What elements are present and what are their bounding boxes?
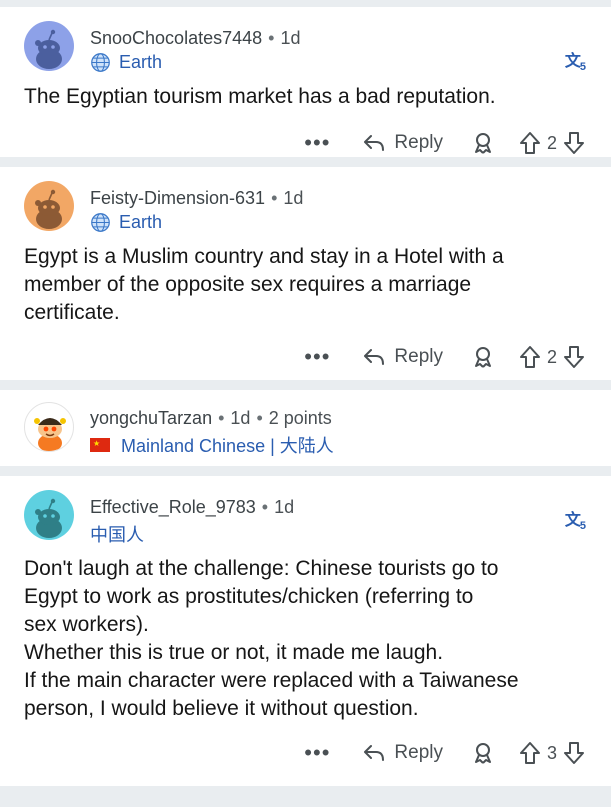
reply-label: Reply [394,742,443,763]
reply-label: Reply [394,132,443,153]
avatar[interactable] [24,21,74,71]
avatar[interactable] [24,181,74,231]
username[interactable]: yongchuTarzan [90,408,212,428]
award-button[interactable] [471,741,495,765]
reply-label: Reply [394,346,443,367]
separator-dot: • [218,408,225,428]
comment-card: Effective_Role_9783 • 1d 中国人 文5 Don't laug… [0,476,611,786]
china-flag-icon: ★ [90,438,110,452]
avatar[interactable] [24,402,74,452]
award-icon [474,133,491,154]
award-icon [474,743,491,764]
snoo-avatar-icon [34,418,66,451]
comment-feed: SnooChocolates7448 • 1d Earth 文5 The Egypt… [0,7,611,786]
flair-text: Mainland Chinese | 大陆人 [121,436,334,456]
collapsed-comment-card[interactable]: yongchuTarzan • 1d • 2 points ★ Mainland Chi… [0,390,611,466]
award-icon [474,347,491,368]
user-flair: Earth [90,52,300,73]
user-flair: Earth [90,212,303,233]
vote-count: 2 [546,132,557,153]
username[interactable]: Effective_Role_9783 [90,497,256,517]
username[interactable]: Feisty-Dimension-631 [90,188,265,208]
upvote-icon[interactable] [519,741,541,765]
comment-points: 2 points [268,408,332,428]
separator-dot: • [268,28,275,48]
comment-actions: ••• Reply 2 [24,119,585,167]
comment-age: 1d [274,497,295,517]
reply-arrow-icon [364,135,385,151]
comment-actions: ••• Reply 3 [24,729,585,777]
vote-count: 3 [546,742,557,763]
reply-button[interactable]: Reply [362,346,443,368]
vote-widget: 2 [519,345,585,369]
comment-age: 1d [283,188,304,208]
upvote-icon[interactable] [519,345,541,369]
snoo-avatar-icon [35,498,62,538]
flair-text: Earth [119,212,163,232]
reply-button[interactable]: Reply [362,742,443,764]
award-button[interactable] [471,345,495,369]
comment-body: Don't laugh at the challenge: Chinese to… [24,557,519,720]
more-options-icon[interactable]: ••• [304,740,330,766]
comment-actions: ••• Reply 2 [24,333,585,381]
translate-icon[interactable]: 文5 [565,47,586,73]
vote-widget: 3 [519,741,585,765]
user-flair: ★ Mainland Chinese | 大陆人 [90,432,334,458]
downvote-icon[interactable] [563,345,585,369]
flair-text: 中国人 [90,525,144,545]
award-button[interactable] [471,131,495,155]
username[interactable]: SnooChocolates7448 [90,28,262,48]
globe-icon [91,213,110,232]
comment-age: 1d [280,28,301,48]
translate-icon[interactable]: 文5 [565,506,586,532]
downvote-icon[interactable] [563,131,585,155]
reply-arrow-icon [364,349,385,365]
comment-body: The Egyptian tourism market has a bad re… [24,85,496,108]
comment-body: Egypt is a Muslim country and stay in a … [24,245,504,324]
more-options-icon[interactable]: ••• [304,344,330,370]
snoo-avatar-icon [35,189,62,229]
globe-icon [91,53,110,72]
vote-count: 2 [546,346,557,367]
snoo-avatar-icon [35,29,62,69]
separator-dot: • [271,188,278,208]
upvote-icon[interactable] [519,131,541,155]
vote-widget: 2 [519,131,585,155]
comment-age: 1d [230,408,251,428]
more-options-icon[interactable]: ••• [304,130,330,156]
separator-dot: • [256,408,263,428]
comment-card: SnooChocolates7448 • 1d Earth 文5 The Egypt… [0,7,611,157]
downvote-icon[interactable] [563,741,585,765]
reply-button[interactable]: Reply [362,132,443,154]
avatar[interactable] [24,490,74,540]
flair-text: Earth [119,52,163,72]
separator-dot: • [261,497,269,517]
reply-arrow-icon [364,745,385,761]
user-flair: 中国人 [90,521,294,547]
comment-card: Feisty-Dimension-631 • 1d Earth Egypt is a… [0,167,611,380]
